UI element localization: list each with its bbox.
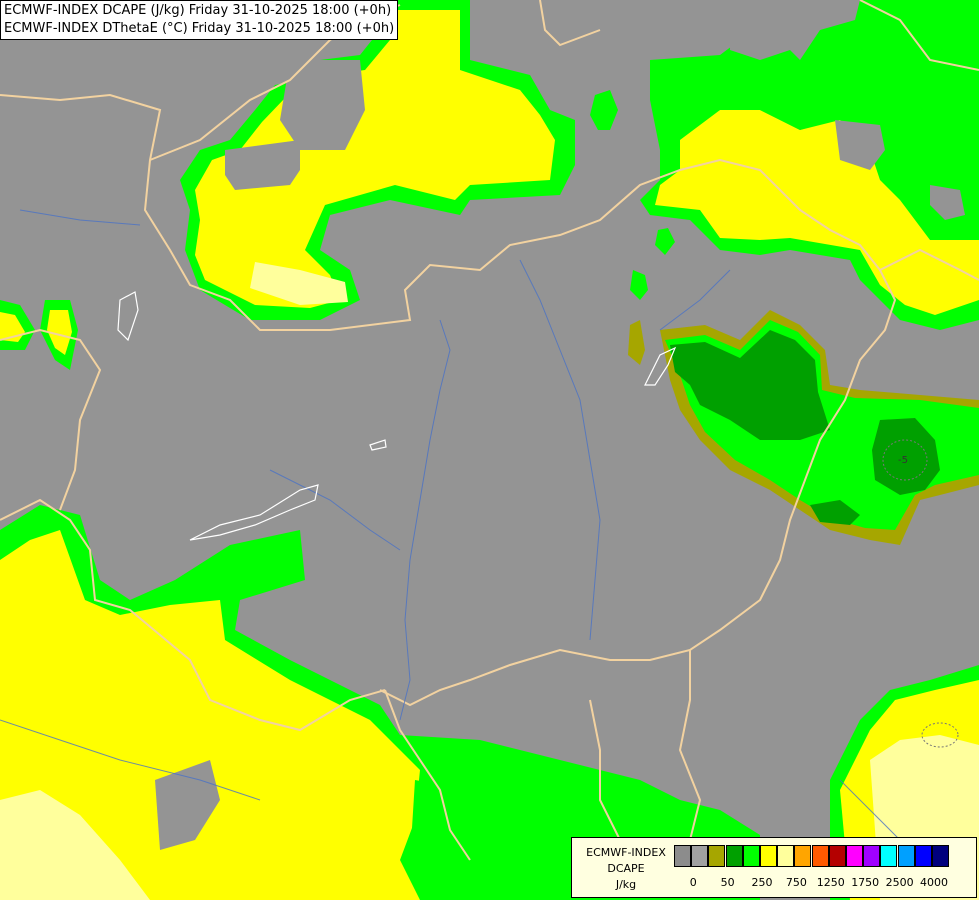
legend-tick-label: 4000 [920, 876, 948, 889]
legend-title-source: ECMWF-INDEX [586, 846, 666, 859]
legend-swatch [725, 845, 743, 867]
legend-swatch [811, 845, 829, 867]
legend-tick-label: 50 [720, 876, 735, 889]
dcape-map [0, 0, 979, 900]
color-legend: ECMWF-INDEX DCAPE J/kg 0 50 250 750 1250 1750… [571, 837, 977, 898]
legend-tick-label: 2500 [885, 876, 914, 889]
legend-swatch [742, 845, 760, 867]
legend-swatch [846, 845, 863, 867]
legend-tick-label: 0 [689, 876, 697, 889]
legend-swatch [880, 845, 898, 867]
legend-tick-label: 250 [751, 876, 773, 889]
legend-tick-label: 1750 [851, 876, 880, 889]
legend-tick-label: 1250 [816, 876, 845, 889]
legend-swatch [760, 845, 777, 867]
map-title-box: ECMWF-INDEX DCAPE (J/kg) Friday 31-10-20… [0, 0, 399, 40]
title-line-dcape: ECMWF-INDEX DCAPE (J/kg) Friday 31-10-20… [4, 3, 392, 18]
legend-swatch [863, 845, 881, 867]
legend-swatch [691, 845, 709, 867]
legend-swatch [794, 845, 812, 867]
legend-tick-label: 750 [785, 876, 807, 889]
legend-swatch [708, 845, 726, 867]
legend-title-parameter: DCAPE [607, 862, 645, 875]
contour-label: -5 [898, 455, 908, 466]
legend-swatch [932, 845, 949, 867]
title-line-dthetae: ECMWF-INDEX DThetaE (°C) Friday 31-10-20… [4, 21, 395, 36]
legend-swatch [828, 845, 846, 867]
legend-swatch [897, 845, 915, 867]
legend-swatch [914, 845, 932, 867]
legend-swatch [674, 845, 691, 867]
legend-unit: J/kg [615, 878, 637, 891]
legend-swatch [777, 845, 795, 867]
